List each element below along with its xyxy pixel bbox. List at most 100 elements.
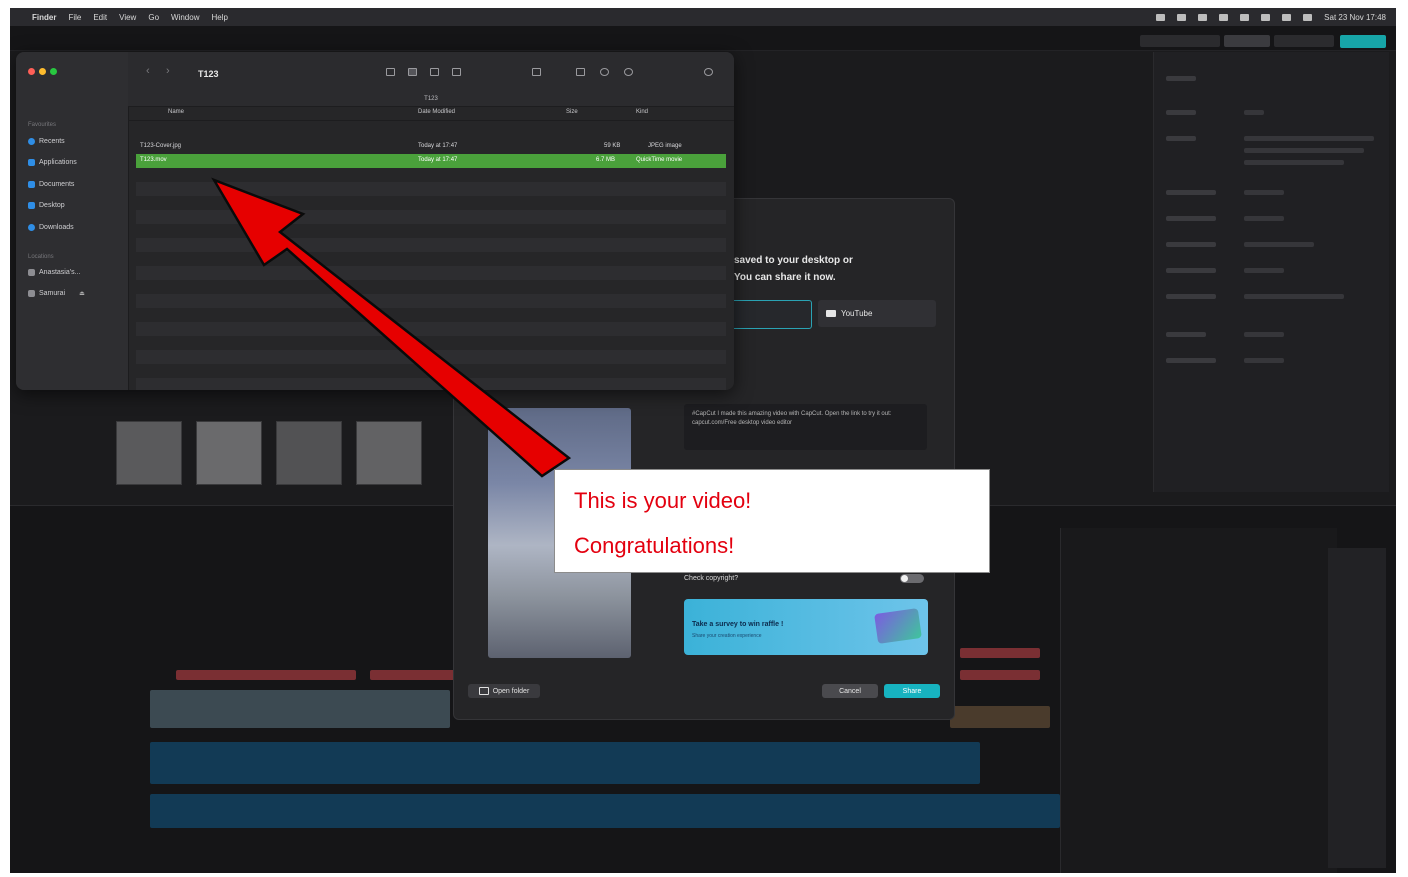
minimize-window-button[interactable] [39,68,46,75]
list-view-icon[interactable] [408,68,417,76]
empty-row [136,294,726,308]
file-row-video[interactable]: T123.mov Today at 17:47 6.7 MB QuickTime… [136,154,726,168]
timeline-video-track[interactable] [950,706,1050,728]
menu-go[interactable]: Go [148,13,159,22]
timeline-clip[interactable] [370,670,460,680]
gallery-view-icon[interactable] [452,68,461,76]
media-thumbnail[interactable] [196,421,262,485]
battery-icon[interactable] [1240,13,1250,21]
menu-window[interactable]: Window [171,13,199,22]
file-kind: QuickTime movie [636,157,683,163]
file-name: T123.mov [140,157,167,163]
sidebar-item-applications[interactable]: Applications [28,159,77,166]
clock-icon [28,138,35,145]
finder-window: Favourites Recents Applications Document… [16,52,734,390]
timeline-audio-track[interactable] [150,794,1060,828]
sidebar-item-label: Documents [39,181,75,188]
column-size[interactable]: Size [566,109,578,115]
wifi-icon[interactable] [1261,13,1271,21]
more-actions-icon[interactable] [624,68,633,76]
sidebar-favourites-heading: Favourites [28,122,57,128]
menu-clock[interactable]: Sat 23 Nov 17:48 [1324,13,1386,22]
document-icon [28,181,35,188]
timeline-video-track[interactable] [150,690,450,728]
timeline-clip[interactable] [960,648,1040,658]
status-icon[interactable] [1177,13,1187,21]
spotlight-icon[interactable] [1282,13,1292,21]
share-button[interactable]: Share [884,684,940,698]
sidebar-item-documents[interactable]: Documents [28,181,74,188]
menu-app-name[interactable]: Finder [32,13,56,22]
back-icon[interactable]: ‹ [146,65,150,77]
share-youtube-button[interactable]: YouTube [818,300,936,327]
sidebar-item-label: Recents [39,138,65,145]
sidebar-item-label: Desktop [39,202,65,209]
file-date: Today at 17:47 [418,143,458,149]
audio-meter [1328,548,1386,868]
column-date-modified[interactable]: Date Modified [418,109,455,115]
forward-icon[interactable]: › [166,65,170,77]
empty-row [136,266,726,280]
empty-row [136,182,726,196]
menu-edit[interactable]: Edit [93,13,107,22]
export-message-line2: You can share it now. [734,272,836,283]
timeline-clip[interactable] [960,670,1040,680]
close-window-button[interactable] [28,68,35,75]
editor-button[interactable] [1140,35,1220,47]
sidebar-item-downloads[interactable]: Downloads [28,224,74,231]
menu-bar: Finder File Edit View Go Window Help Sat… [10,8,1396,26]
computer-icon [28,269,35,276]
media-thumbnail[interactable] [116,421,182,485]
column-kind[interactable]: Kind [636,109,648,115]
applications-icon [28,159,35,166]
open-folder-button[interactable]: Open folder [468,684,540,698]
tag-icon[interactable] [600,68,609,76]
drive-icon [28,290,35,297]
menu-file[interactable]: File [68,13,81,22]
copyright-toggle[interactable] [900,574,924,583]
timeline-side-panel [1060,528,1337,873]
sidebar-item-label: Applications [39,159,77,166]
editor-export-button[interactable] [1340,35,1386,48]
media-thumbnail[interactable] [276,421,342,485]
search-icon[interactable] [704,68,713,76]
menu-help[interactable]: Help [211,13,227,22]
zoom-window-button[interactable] [50,68,57,75]
media-thumbnail[interactable] [356,421,422,485]
status-icon[interactable] [1198,13,1208,21]
empty-row [136,210,726,224]
sidebar-item-drive[interactable]: Samurai ⏏ [28,290,85,297]
eject-icon[interactable]: ⏏ [79,290,85,297]
empty-row [136,378,726,390]
editor-button[interactable] [1274,35,1334,47]
icon-view-icon[interactable] [386,68,395,76]
sidebar-item-desktop[interactable]: Desktop [28,202,65,209]
sidebar-item-recents[interactable]: Recents [28,138,65,145]
share-icon[interactable] [576,68,585,76]
desktop-screen: Finder File Edit View Go Window Help Sat… [10,8,1396,873]
status-icon[interactable] [1219,13,1229,21]
sidebar-item-label: Samurai [39,290,66,297]
sidebar-locations-heading: Locations [28,254,54,260]
empty-row [136,350,726,364]
sidebar-item-computer[interactable]: Anastasia's... [28,269,80,276]
editor-button[interactable] [1224,35,1270,47]
timeline-audio-track[interactable] [150,742,980,784]
status-icon[interactable] [1156,13,1166,21]
survey-banner[interactable]: Take a survey to win raffle ! Share your… [684,599,928,655]
group-icon[interactable] [532,68,541,76]
menu-view[interactable]: View [119,13,136,22]
callout-line2: Congratulations! [574,533,735,558]
column-view-icon[interactable] [430,68,439,76]
editor-properties-panel [1153,52,1389,492]
description-field[interactable]: #CapCut I made this amazing video with C… [684,404,927,450]
annotation-callout: This is your video! Congratulations! [554,469,990,573]
youtube-icon [826,310,836,317]
timeline-clip[interactable] [176,670,356,680]
control-center-icon[interactable] [1303,13,1313,21]
cancel-button[interactable]: Cancel [822,684,878,698]
survey-subtitle: Share your creation experience [692,633,762,639]
download-icon [28,224,35,231]
column-name[interactable]: Name [168,109,184,115]
file-row-cover[interactable]: T123-Cover.jpg Today at 17:47 59 KB JPEG… [136,140,726,154]
